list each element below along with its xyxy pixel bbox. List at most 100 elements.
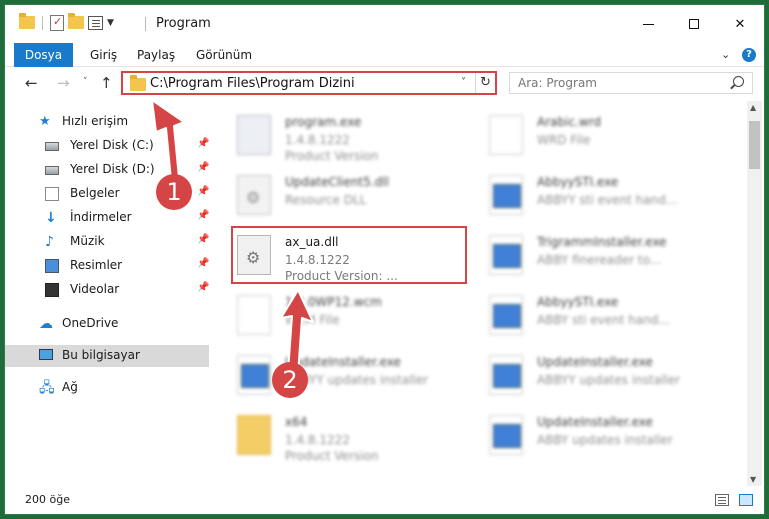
file-detail: 1.4.8.1222 — [285, 133, 350, 147]
sidebar-item-music[interactable]: ♪ Müzik 📌 — [5, 231, 209, 253]
sidebar-item-label: Yerel Disk (C:) — [70, 138, 154, 152]
sidebar-item-this-pc[interactable]: Bu bilgisayar — [5, 345, 209, 367]
expand-ribbon-chevron-icon[interactable]: ⌄ — [721, 48, 730, 61]
sidebar-item-label: OneDrive — [62, 316, 119, 330]
folder-icon — [237, 415, 271, 455]
application-file-icon — [489, 175, 523, 215]
pin-icon[interactable]: 📌 — [197, 186, 209, 197]
file-tile[interactable]: 1.2.0WP12.wcm WCM File — [219, 287, 459, 343]
file-name: x64 — [285, 415, 308, 429]
item-count: 200 öğe — [25, 493, 70, 506]
sidebar-item-label: Resimler — [70, 258, 123, 272]
file-tile[interactable]: UpdateClient5.dll Resource DLL — [219, 167, 459, 223]
pin-icon[interactable]: 📌 — [197, 138, 209, 149]
search-placeholder[interactable]: Ara: Program — [518, 76, 597, 90]
tab-share[interactable]: Paylaş — [129, 43, 183, 67]
sidebar-item-label: Ağ — [62, 380, 78, 394]
customize-toolbar-dropdown[interactable]: ▼ — [107, 18, 114, 28]
file-detail: ABBY updates installer — [537, 433, 673, 447]
sidebar-item-downloads[interactable]: ↓ İndirmeler 📌 — [5, 207, 209, 229]
sidebar-item-onedrive[interactable]: ☁ OneDrive — [5, 313, 209, 335]
tab-view[interactable]: Görünüm — [188, 43, 260, 67]
pin-icon[interactable]: 📌 — [197, 234, 209, 245]
toolbar-divider — [42, 16, 43, 30]
file-tile[interactable]: x64 1.4.8.1222 Product Version — [219, 407, 459, 463]
sidebar-item-local-disk-c[interactable]: Yerel Disk (C:) 📌 — [5, 135, 209, 157]
sidebar-item-label: Bu bilgisayar — [62, 348, 140, 362]
navigation-bar: ← → ˅ ↑ C:\Program Files\Program Dizini … — [5, 67, 764, 99]
sidebar-item-network[interactable]: 🖧 Ağ — [5, 377, 209, 399]
highlight-box — [231, 226, 467, 284]
file-name: AbbyySTI.exe — [537, 295, 619, 309]
search-icon[interactable] — [733, 76, 744, 87]
pin-icon[interactable]: 📌 — [197, 282, 209, 293]
file-tile[interactable]: program.exe 1.4.8.1222 Product Version — [219, 107, 459, 163]
file-tile[interactable]: UpdateInstaller.exe ABBY updates install… — [471, 407, 711, 463]
document-icon — [45, 187, 59, 201]
sidebar-item-label: Hızlı erişim — [62, 114, 129, 128]
network-icon: 🖧 — [39, 380, 55, 396]
file-tile[interactable]: UpdateInstaller.exe ABBYY updates instal… — [219, 347, 459, 403]
forward-button[interactable]: → — [57, 74, 70, 92]
vertical-scrollbar[interactable]: ▲ ▼ — [747, 101, 762, 486]
search-input[interactable]: Ara: Program — [509, 72, 753, 94]
application-file-icon — [237, 355, 271, 395]
file-tile[interactable]: AbbyySTI.exe ABBY sti event hand... — [471, 287, 711, 343]
help-icon[interactable]: ? — [742, 48, 756, 62]
maximize-button[interactable] — [671, 5, 717, 43]
address-path[interactable]: C:\Program Files\Program Dizini — [150, 76, 355, 91]
up-button[interactable]: ↑ — [100, 74, 113, 92]
file-tile[interactable]: AbbyySTI.exe ABBYY sti event hand... — [471, 167, 711, 223]
star-icon: ★ — [39, 114, 51, 129]
recent-locations-dropdown[interactable]: ˅ — [83, 77, 88, 87]
sidebar-item-pictures[interactable]: Resimler 📌 — [5, 255, 209, 277]
sidebar-item-label: Yerel Disk (D:) — [70, 162, 155, 176]
cloud-icon: ☁ — [39, 316, 53, 332]
address-bar[interactable]: C:\Program Files\Program Dizini ˅ ↻ — [121, 71, 497, 95]
tab-file[interactable]: Dosya — [14, 43, 73, 67]
file-name: UpdateInstaller.exe — [537, 355, 653, 369]
pin-icon[interactable]: 📌 — [197, 162, 209, 173]
back-button[interactable]: ← — [25, 74, 38, 92]
pin-icon[interactable]: 📌 — [197, 258, 209, 269]
refresh-button[interactable]: ↻ — [475, 73, 495, 93]
status-bar: 200 öğe — [5, 486, 764, 514]
address-dropdown-icon[interactable]: ˅ — [461, 77, 466, 88]
file-name: UpdateClient5.dll — [285, 175, 389, 189]
sidebar-item-label: Videolar — [70, 282, 120, 296]
videos-icon — [45, 283, 59, 297]
application-file-icon — [489, 415, 523, 455]
scroll-thumb[interactable] — [749, 121, 760, 169]
tab-home[interactable]: Giriş — [82, 43, 125, 67]
sidebar-item-videos[interactable]: Videolar 📌 — [5, 279, 209, 301]
title-bar: ▼ Program ✕ — [5, 5, 764, 43]
properties-check-icon[interactable] — [50, 15, 64, 31]
large-icons-view-icon[interactable] — [739, 494, 753, 506]
file-tile[interactable]: UpdateInstaller.exe ABBYY updates instal… — [471, 347, 711, 403]
file-tile[interactable]: Arabic.wrd WRD File — [471, 107, 711, 163]
file-name: 1.2.0WP12.wcm — [285, 295, 382, 309]
new-folder-icon[interactable] — [68, 13, 84, 31]
window-title: Program — [156, 16, 211, 31]
folder-icon[interactable] — [19, 13, 35, 31]
application-file-icon — [489, 355, 523, 395]
disk-icon — [45, 142, 59, 151]
pin-icon[interactable]: 📌 — [197, 210, 209, 221]
details-view-icon[interactable] — [715, 494, 729, 506]
download-icon: ↓ — [45, 210, 57, 226]
close-button[interactable]: ✕ — [717, 5, 763, 43]
scroll-up-icon[interactable]: ▲ — [750, 103, 756, 112]
properties-icon[interactable] — [88, 16, 103, 30]
file-tile[interactable]: TrigrammInstaller.exe ABBY finereader to… — [471, 227, 711, 283]
file-detail: WCM File — [285, 313, 340, 327]
file-list: program.exe 1.4.8.1222 Product Version U… — [219, 101, 746, 486]
file-detail: WRD File — [537, 133, 591, 147]
scroll-down-icon[interactable]: ▼ — [750, 475, 756, 484]
document-file-icon — [237, 295, 271, 335]
minimize-icon — [642, 23, 654, 25]
sidebar-item-quick-access[interactable]: ★ Hızlı erişim — [5, 111, 209, 133]
folder-icon — [130, 75, 146, 91]
ribbon-tabs: Dosya Giriş Paylaş Görünüm ⌄ ? — [5, 43, 764, 67]
file-detail: Resource DLL — [285, 193, 367, 207]
minimize-button[interactable] — [625, 5, 671, 43]
